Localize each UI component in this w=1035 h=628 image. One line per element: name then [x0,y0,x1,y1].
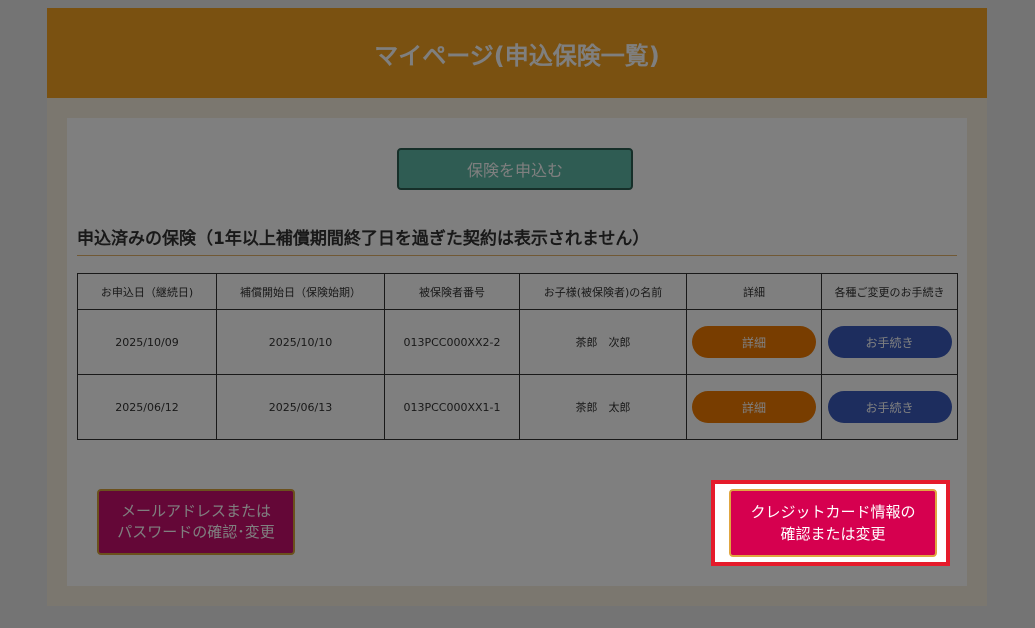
child-name-cell: 茶郎 太郎 [519,374,687,440]
section-title: 申込済みの保険（1年以上補償期間終了日を過ぎた契約は表示されません） [77,224,957,256]
procedure-button[interactable]: お手続き [827,391,952,423]
applied-date-cell: 2025/10/09 [77,309,217,375]
page-title: マイページ(申込保険一覧) [374,41,660,70]
apply-insurance-button[interactable]: 保険を申込む [397,148,633,190]
detail-button[interactable]: 詳細 [692,326,816,358]
insured-number-cell: 013PCC000XX2-2 [384,309,520,375]
col-header-applied-date: お申込日（継続日) [77,273,217,310]
col-header-start-date: 補償開始日（保険始期） [216,273,385,310]
email-password-change-button[interactable]: メールアドレスまたは パスワードの確認･変更 [97,489,295,555]
detail-button[interactable]: 詳細 [692,391,816,423]
policy-table: お申込日（継続日) 補償開始日（保険始期） 被保険者番号 お子様(被保険者)の名… [77,273,958,440]
start-date-cell: 2025/06/13 [216,374,385,440]
detail-cell: 詳細 [686,374,822,440]
col-header-detail: 詳細 [686,273,822,310]
applied-date-cell: 2025/06/12 [77,374,217,440]
procedure-cell: お手続き [821,374,958,440]
credit-card-change-button[interactable]: クレジットカード情報の 確認または変更 [729,489,937,557]
email-password-button-line1: メールアドレスまたは [120,502,271,520]
page-header: マイページ(申込保険一覧) [47,8,987,98]
procedure-cell: お手続き [821,309,958,375]
start-date-cell: 2025/10/10 [216,309,385,375]
col-header-insured-number: 被保険者番号 [384,273,520,310]
col-header-procedure: 各種ご変更のお手続き [821,273,958,310]
col-header-child-name: お子様(被保険者)の名前 [519,273,687,310]
table-header-row: お申込日（継続日) 補償開始日（保険始期） 被保険者番号 お子様(被保険者)の名… [77,273,958,310]
credit-card-button-line1: クレジットカード情報の [750,503,916,521]
credit-card-button-line2: 確認または変更 [780,525,886,543]
detail-cell: 詳細 [686,309,822,375]
insured-number-cell: 013PCC000XX1-1 [384,374,520,440]
email-password-button-line2: パスワードの確認･変更 [117,523,275,541]
procedure-button[interactable]: お手続き [827,326,952,358]
child-name-cell: 茶郎 次郎 [519,309,687,375]
table-row: 2025/10/09 2025/10/10 013PCC000XX2-2 茶郎 … [77,309,958,375]
table-row: 2025/06/12 2025/06/13 013PCC000XX1-1 茶郎 … [77,374,958,440]
